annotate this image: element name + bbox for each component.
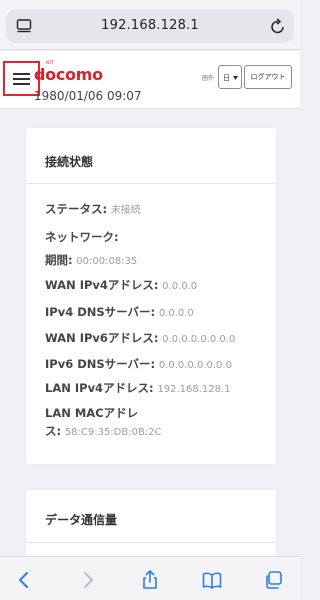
row-value: 0.0.0.0 bbox=[162, 281, 198, 292]
chevron-down-icon bbox=[233, 76, 238, 80]
wan-ipv4-row: WAN IPv4アドレス: 0.0.0.0 bbox=[45, 276, 265, 296]
forward-icon[interactable] bbox=[78, 570, 98, 590]
row-label: ネットワーク: bbox=[45, 230, 119, 244]
row-value: 192.168.128.1 bbox=[157, 384, 231, 395]
datetime: 1980/01/06 09:07 bbox=[34, 89, 142, 103]
row-label-continued: ス: bbox=[45, 424, 62, 438]
url-bar[interactable]: 192.168.128.1 bbox=[6, 9, 294, 43]
language-select[interactable]: 日 bbox=[218, 65, 242, 89]
row-label: LAN IPv4アドレス: bbox=[45, 381, 154, 395]
language-value: 日 bbox=[223, 74, 230, 82]
row-label: IPv4 DNSサーバー: bbox=[45, 305, 156, 319]
row-label: ステータス: bbox=[45, 202, 108, 216]
row-value: 58:C9:35:DB:0B:2C bbox=[64, 427, 162, 438]
network-row: ネットワーク: bbox=[45, 228, 265, 248]
browser-address-area: 192.168.128.1 bbox=[0, 0, 300, 50]
docomo-logo: docomo bbox=[34, 65, 103, 84]
share-icon[interactable] bbox=[140, 570, 160, 590]
row-value: 未接続 bbox=[110, 205, 141, 216]
ipv6-dns-row: IPv6 DNSサーバー: 0.0.0.0.0.0.0.0 bbox=[45, 355, 265, 375]
row-value: 0.0.0.0.0.0.0.0 bbox=[158, 360, 232, 371]
row-label: LAN MACアドレ bbox=[45, 406, 139, 420]
wan-ipv6-row: WAN IPv6アドレス: 0.0.0.0.0.0.0.0 bbox=[45, 329, 265, 349]
row-label: IPv6 DNSサーバー: bbox=[45, 357, 156, 371]
site-header: NTT docomo 1980/01/06 09:07 圏外 日 ログアウト bbox=[0, 51, 300, 109]
signal-status-label: 圏外 bbox=[202, 75, 215, 82]
lan-mac-row: LAN MACアドレ ス: 58:C9:35:DB:0B:2C bbox=[45, 404, 265, 442]
row-label: WAN IPv4アドレス: bbox=[45, 278, 159, 292]
card-title: データ通信量 bbox=[45, 513, 118, 527]
hamburger-icon bbox=[13, 73, 30, 85]
row-value: 0.0.0.0 bbox=[158, 308, 194, 319]
back-icon[interactable] bbox=[14, 570, 34, 590]
divider bbox=[26, 542, 276, 543]
tabs-overview-icon[interactable] bbox=[264, 570, 284, 590]
ipv4-dns-row: IPv4 DNSサーバー: 0.0.0.0 bbox=[45, 303, 265, 323]
row-label: WAN IPv6アドレス: bbox=[45, 331, 159, 345]
browser-toolbar bbox=[0, 556, 300, 600]
duration-row: 期間: 00:00:08:35 bbox=[45, 251, 265, 271]
row-value: 00:00:08:35 bbox=[76, 256, 138, 267]
row-label: 期間: bbox=[45, 253, 73, 267]
bookmarks-icon[interactable] bbox=[202, 570, 222, 590]
card-title: 接続状態 bbox=[45, 155, 94, 169]
reload-icon[interactable] bbox=[270, 17, 286, 35]
logout-button[interactable]: ログアウト bbox=[244, 65, 292, 89]
status-row: ステータス: 未接続 bbox=[45, 200, 265, 220]
row-value: 0.0.0.0.0.0.0.0 bbox=[162, 334, 236, 345]
divider bbox=[26, 183, 276, 184]
lan-ipv4-row: LAN IPv4アドレス: 192.168.128.1 bbox=[45, 379, 265, 399]
url-text: 192.168.128.1 bbox=[101, 18, 199, 33]
connection-status-card: 接続状態 ステータス: 未接続 ネットワーク: 期間: 00:00:08:35 … bbox=[26, 128, 276, 464]
